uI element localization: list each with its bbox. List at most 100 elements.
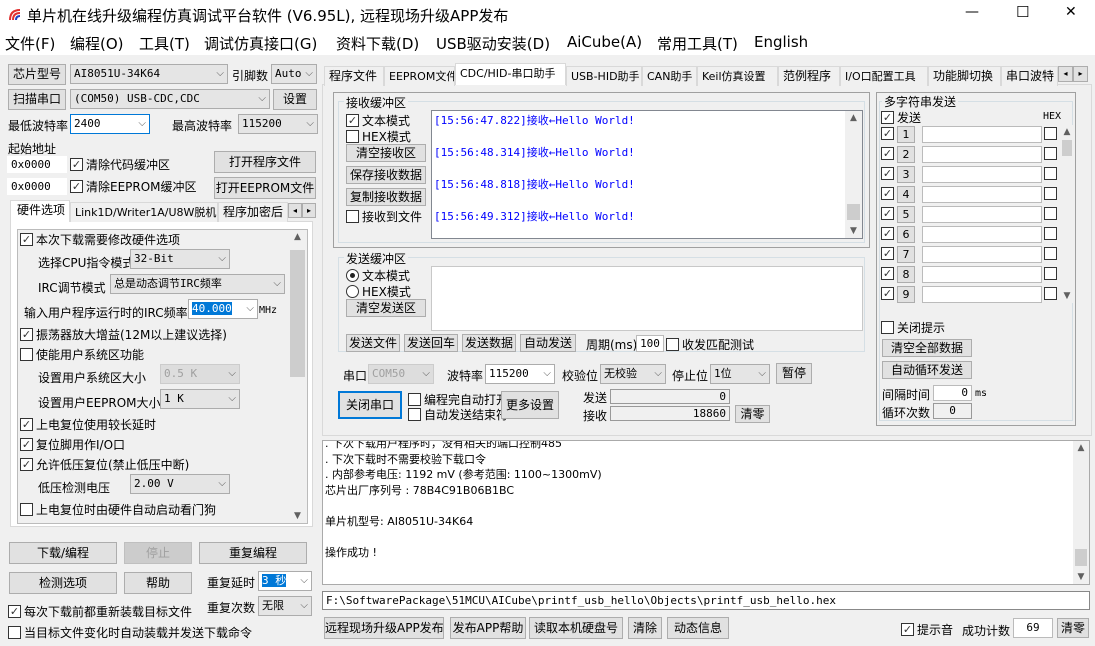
multi-row-input[interactable] bbox=[922, 266, 1042, 283]
multi-row-input[interactable] bbox=[922, 186, 1042, 203]
tab-examples[interactable]: 范例程序 bbox=[778, 66, 840, 86]
irc-mode-select[interactable]: 总是动态调节IRC频率 ⌵ bbox=[110, 274, 285, 294]
scrollbar-thumb[interactable] bbox=[1062, 140, 1072, 156]
interval-input[interactable]: 0 bbox=[933, 385, 972, 401]
osc-gain-checkbox[interactable]: ✓ 振荡器放大增益(12M以上建议选择) bbox=[20, 326, 227, 343]
scroll-up-icon[interactable]: ▲ bbox=[1060, 127, 1074, 137]
repeat-count-select[interactable]: 无限 ⌵ bbox=[258, 596, 312, 616]
menu-file[interactable]: 文件(F) bbox=[5, 33, 55, 54]
match-test-checkbox[interactable]: 收发匹配测试 bbox=[666, 336, 754, 353]
tab-scroll-left-button[interactable]: ◂ bbox=[288, 203, 302, 218]
code-start-address-input[interactable]: 0x0000 bbox=[7, 156, 67, 173]
system-area-size-select[interactable]: 0.5 K ⌵ bbox=[160, 364, 240, 384]
long-reset-delay-checkbox[interactable]: ✓ 上电复位使用较长延时 bbox=[20, 416, 156, 433]
publish-help-button[interactable]: 发布APP帮助 bbox=[450, 617, 526, 639]
multi-send-all-checkbox[interactable]: ✓ 发送 bbox=[881, 109, 921, 126]
receive-to-file-checkbox[interactable]: 接收到文件 bbox=[346, 208, 422, 225]
repeat-program-button[interactable]: 重复编程 bbox=[199, 542, 307, 564]
menu-debug-interface[interactable]: 调试仿真接口(G) bbox=[204, 33, 317, 54]
scan-port-button[interactable]: 扫描串口 bbox=[8, 89, 66, 110]
hardware-options-scrollbar[interactable]: ▲ ▼ bbox=[288, 230, 307, 523]
help-button[interactable]: 帮助 bbox=[124, 572, 192, 594]
tab-scroll-left-button[interactable]: ◂ bbox=[1058, 66, 1073, 82]
tx-text-mode-radio[interactable]: 文本模式 bbox=[346, 267, 410, 284]
multi-row-enable-checkbox[interactable]: ✓ bbox=[881, 287, 897, 300]
auto-send-button[interactable]: 自动发送 bbox=[520, 334, 576, 352]
multi-row-enable-checkbox[interactable]: ✓ bbox=[881, 247, 897, 260]
multi-row-enable-checkbox[interactable]: ✓ bbox=[881, 227, 897, 240]
clear-all-data-button[interactable]: 清空全部数据 bbox=[882, 339, 972, 357]
maximize-button[interactable]: ☐ bbox=[1016, 3, 1029, 21]
auto-send-terminator-checkbox[interactable]: 自动发送结束符 bbox=[408, 406, 508, 423]
scrollbar-thumb[interactable] bbox=[290, 250, 305, 377]
tab-scroll-right-button[interactable]: ▸ bbox=[1073, 66, 1088, 82]
clear-receive-button[interactable]: 清空接收区 bbox=[346, 144, 426, 162]
send-cr-button[interactable]: 发送回车 bbox=[404, 334, 458, 352]
min-baud-select[interactable]: 2400 ⌵ bbox=[70, 114, 150, 134]
multi-row-enable-checkbox[interactable]: ✓ bbox=[881, 167, 897, 180]
multi-row-send-button[interactable]: 9 bbox=[897, 286, 915, 303]
user-system-area-checkbox[interactable]: 使能用户系统区功能 bbox=[20, 346, 144, 363]
repeat-delay-select[interactable]: 3 秒 ⌵ bbox=[258, 571, 312, 591]
scroll-up-icon[interactable]: ▲ bbox=[845, 113, 862, 123]
multi-row-send-button[interactable]: 6 bbox=[897, 226, 915, 243]
tab-program-file[interactable]: 程序文件 bbox=[324, 66, 384, 86]
multi-row-input[interactable] bbox=[922, 226, 1042, 243]
multi-row-enable-checkbox[interactable]: ✓ bbox=[881, 187, 897, 200]
pins-select[interactable]: Auto ⌵ bbox=[271, 64, 317, 84]
scrollbar-thumb[interactable] bbox=[847, 204, 860, 220]
auto-load-on-change-checkbox[interactable]: 当目标文件变化时自动装载并发送下载命令 bbox=[8, 624, 252, 641]
multi-row-send-button[interactable]: 2 bbox=[897, 146, 915, 163]
read-disk-id-button[interactable]: 读取本机硬盘号 bbox=[529, 617, 623, 639]
log-scrollbar[interactable]: ▲ ▼ bbox=[1073, 441, 1089, 584]
open-eeprom-file-button[interactable]: 打开EEPROM文件 bbox=[214, 177, 316, 199]
close-port-button[interactable]: 关闭串口 bbox=[338, 391, 402, 419]
tab-link1d-offline[interactable]: Link1D/Writer1A/U8W脱机 bbox=[70, 202, 218, 222]
multi-row-send-button[interactable]: 4 bbox=[897, 186, 915, 203]
max-baud-select[interactable]: 115200 ⌵ bbox=[238, 114, 318, 134]
irc-frequency-input[interactable]: 40.000 ⌵ bbox=[188, 299, 258, 319]
stop-bits-select[interactable]: 1位 ⌵ bbox=[710, 364, 770, 384]
detect-options-button[interactable]: 检测选项 bbox=[9, 572, 117, 594]
tx-hex-mode-radio[interactable]: HEX模式 bbox=[346, 283, 411, 300]
multi-row-send-button[interactable]: 8 bbox=[897, 266, 915, 283]
menu-downloads[interactable]: 资料下载(D) bbox=[336, 33, 419, 54]
tab-scroll-right-button[interactable]: ▸ bbox=[302, 203, 316, 218]
multi-row-hex-checkbox[interactable] bbox=[1044, 147, 1060, 160]
download-program-button[interactable]: 下载/编程 bbox=[9, 542, 117, 564]
clear-log-button[interactable]: 清除 bbox=[628, 617, 662, 639]
multi-row-hex-checkbox[interactable] bbox=[1044, 187, 1060, 200]
multi-row-hex-checkbox[interactable] bbox=[1044, 287, 1060, 300]
hex-file-path-field[interactable]: F:\SoftwarePackage\51MCU\AICube\printf_u… bbox=[322, 591, 1090, 610]
multi-row-hex-checkbox[interactable] bbox=[1044, 247, 1060, 260]
port-select[interactable]: (COM50) USB-CDC,CDC ⌵ bbox=[70, 89, 270, 109]
tab-cdc-hid-serial[interactable]: CDC/HID-串口助手 bbox=[455, 63, 566, 85]
output-log[interactable]: . 下次下载用户程序时，没有相关的端口控制485 . 下次下载时不需要校验下载口令… bbox=[322, 440, 1090, 585]
multi-row-enable-checkbox[interactable]: ✓ bbox=[881, 147, 897, 160]
tab-can[interactable]: CAN助手 bbox=[642, 66, 697, 86]
menu-usb-driver[interactable]: USB驱动安装(D) bbox=[436, 33, 550, 54]
tab-eeprom-file[interactable]: EEPROM文件 bbox=[384, 66, 455, 86]
reset-success-count-button[interactable]: 清零 bbox=[1057, 618, 1089, 638]
multi-row-input[interactable] bbox=[922, 126, 1042, 143]
watchdog-checkbox[interactable]: 上电复位时由硬件自动启动看门狗 bbox=[20, 501, 216, 518]
menu-aicube[interactable]: AiCube(A) bbox=[567, 33, 642, 51]
tab-pin-switch[interactable]: 功能脚切换 bbox=[928, 66, 1001, 86]
period-input[interactable]: 100 bbox=[636, 335, 664, 352]
lvd-select[interactable]: 2.00 V ⌵ bbox=[130, 474, 230, 494]
multi-row-send-button[interactable]: 3 bbox=[897, 166, 915, 183]
tab-hardware-options[interactable]: 硬件选项 bbox=[10, 200, 70, 222]
send-textarea[interactable] bbox=[431, 266, 863, 331]
tab-keil-debug[interactable]: Keil仿真设置 bbox=[697, 66, 778, 86]
send-data-button[interactable]: 发送数据 bbox=[462, 334, 516, 352]
clear-eeprom-buffer-checkbox[interactable]: ✓ 清除EEPROM缓冲区 bbox=[70, 178, 197, 195]
dynamic-info-button[interactable]: 动态信息 bbox=[667, 617, 729, 639]
close-button[interactable]: ✕ bbox=[1065, 4, 1077, 20]
chip-type-select[interactable]: AI8051U-34K64 ⌵ bbox=[70, 64, 228, 84]
scroll-down-icon[interactable]: ▼ bbox=[288, 511, 307, 521]
tab-encryption[interactable]: 程序加密后 bbox=[218, 202, 288, 222]
multi-row-hex-checkbox[interactable] bbox=[1044, 167, 1060, 180]
multi-row-hex-checkbox[interactable] bbox=[1044, 227, 1060, 240]
scroll-up-icon[interactable]: ▲ bbox=[1073, 443, 1089, 453]
tab-uart-baud[interactable]: 串口波特 bbox=[1001, 66, 1058, 86]
